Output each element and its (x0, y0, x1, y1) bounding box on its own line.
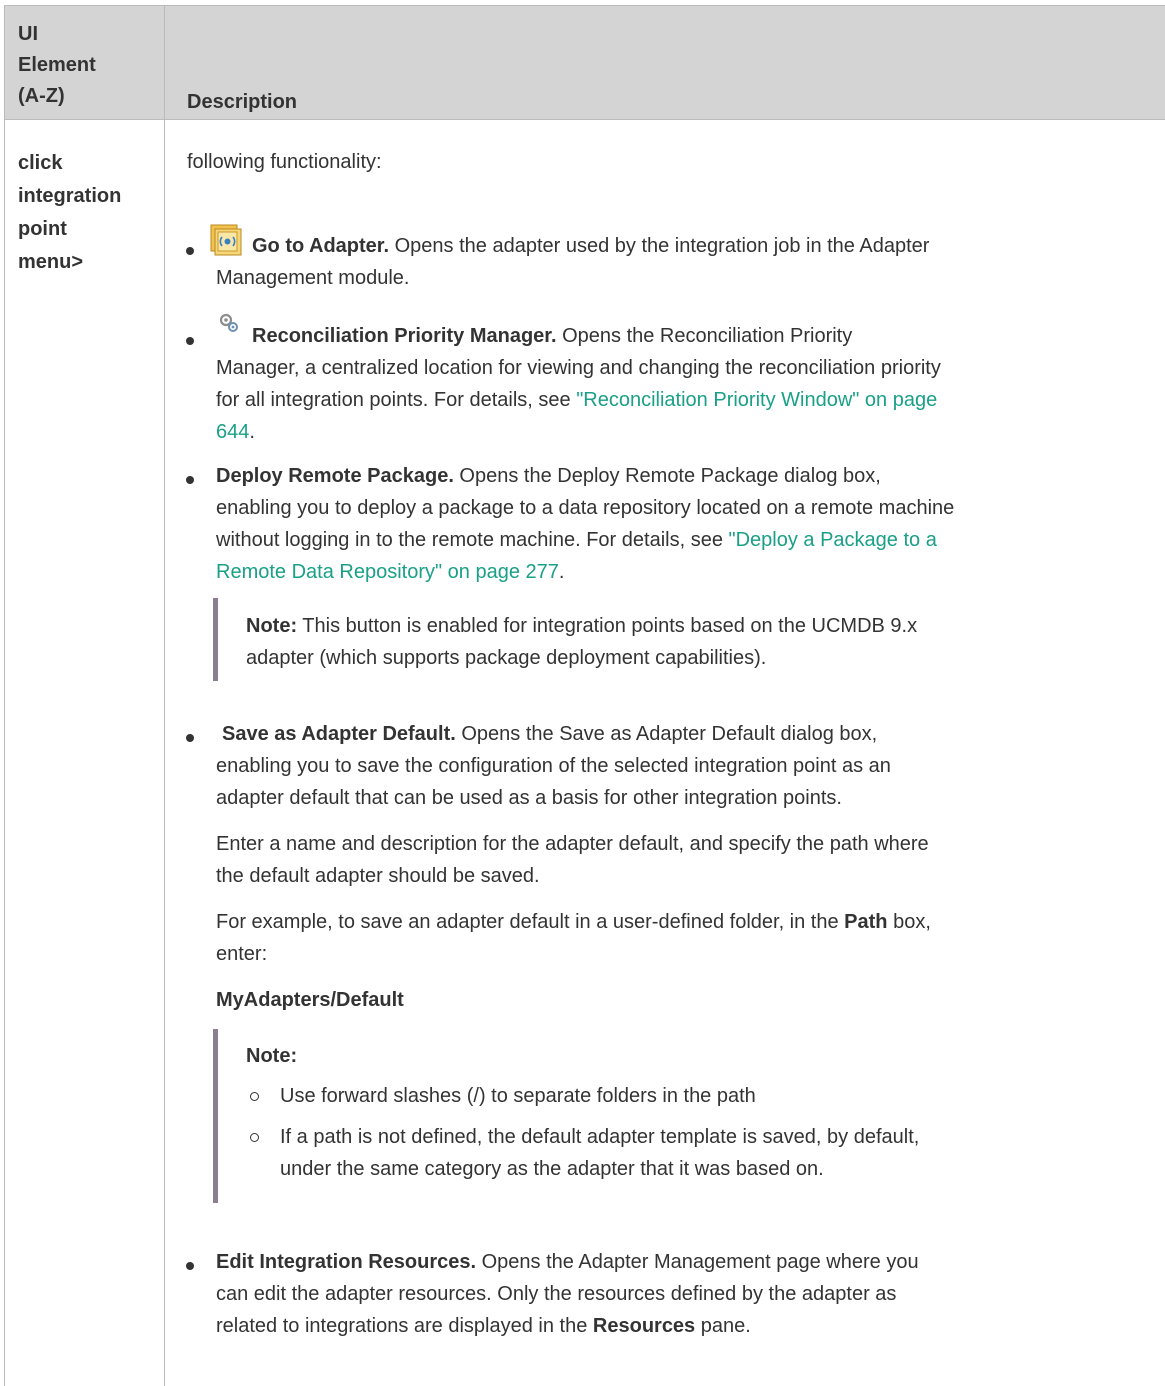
note-label: Note: (246, 615, 298, 637)
bullet (186, 247, 194, 255)
deploy-desc-tail: without logging in to the remote machine… (216, 529, 729, 551)
deploy-line3: without logging in to the remote machine… (216, 525, 1151, 555)
save-default-title: Save as Adapter Default. (222, 723, 456, 745)
reconciliation-desc-tail: for all integration points. For details,… (216, 389, 577, 411)
element-name-line: integration (18, 185, 122, 207)
deploy-note-line1: Note: This button is enabled for integra… (246, 611, 1141, 641)
save-default-line3: adapter default that can be used as a ba… (216, 787, 842, 809)
edit-resources-title: Edit Integration Resources. (216, 1251, 477, 1273)
para3-before: For example, to save an adapter default … (216, 911, 845, 933)
path-example: MyAdapters/Default (216, 985, 1151, 1015)
reconciliation-priority-window-link[interactable]: "Reconciliation Priority Window" on page (576, 389, 937, 411)
deploy-line2: enabling you to deploy a package to a da… (216, 497, 955, 519)
adapter-icon[interactable] (210, 224, 242, 256)
header-bottom-border (4, 119, 1165, 120)
sub-bullet (250, 1133, 259, 1142)
bullet (186, 1262, 194, 1270)
save-default-line1: Save as Adapter Default. Opens the Save … (222, 719, 1157, 749)
table-left-border (4, 5, 5, 1386)
reconciliation-period: . (249, 421, 255, 443)
reconciliation-priority-window-link-page[interactable]: 644 (216, 421, 249, 443)
save-default-line2: enabling you to save the configuration o… (216, 755, 891, 777)
go-to-adapter-line2: Management module. (216, 267, 410, 289)
table-header-row (4, 6, 1165, 119)
deploy-line4: Remote Data Repository" on page 277. (216, 557, 1151, 587)
deploy-package-link[interactable]: "Deploy a Package to a (729, 529, 937, 551)
note-bullet-1: Use forward slashes (/) to separate fold… (280, 1085, 756, 1107)
deploy-period: . (558, 561, 565, 583)
ui-element-table: UI Element (A-Z) Description click integ… (0, 0, 1165, 1386)
path-example-value: MyAdapters/Default (216, 989, 404, 1011)
element-name-line: click (18, 152, 63, 174)
sub-bullet (250, 1092, 259, 1101)
save-default-note-label: Note: (246, 1041, 1141, 1071)
deploy-package-link-page[interactable]: Remote Data Repository" on page 277 (216, 561, 559, 583)
deploy-note-line2: adapter (which supports package deployme… (246, 647, 767, 669)
edit-resources-desc: Opens the Adapter Management page where … (476, 1251, 919, 1273)
para3-after: box, (887, 911, 931, 933)
ui-element-name: click integration point menu> (18, 147, 122, 279)
reconciliation-title: Reconciliation Priority Manager. (252, 325, 557, 347)
column-divider (164, 5, 165, 1386)
reconciliation-priority-icon[interactable] (218, 312, 240, 334)
reconciliation-desc: Opens the Reconciliation Priority (556, 325, 853, 347)
go-to-adapter-desc: Opens the adapter used by the integratio… (389, 235, 930, 257)
bullet (186, 476, 194, 484)
element-name-line: menu> (18, 251, 84, 273)
edit-resources-line3: related to integrations are displayed in… (216, 1311, 1151, 1341)
save-default-desc: Opens the Save as Adapter Default dialog… (455, 723, 878, 745)
intro-text: following functionality: (187, 151, 382, 173)
path-label: Path (844, 911, 888, 933)
reconciliation-line2: Manager, a centralized location for view… (216, 357, 941, 379)
go-to-adapter-title: Go to Adapter. (252, 235, 390, 257)
save-default-para2-line1: Enter a name and description for the ada… (216, 833, 929, 855)
header-description-col: Description (187, 91, 298, 113)
edit-resources-tail: pane. (695, 1315, 751, 1337)
reconciliation-line4: 644. (216, 417, 1151, 447)
bullet (186, 734, 194, 742)
deploy-line1: Deploy Remote Package. Opens the Deploy … (216, 461, 1151, 491)
header-element-line: Element (18, 54, 96, 76)
go-to-adapter-line1: Go to Adapter. Opens the adapter used by… (252, 231, 1162, 261)
header-element-line: (A-Z) (18, 85, 65, 107)
save-default-para2-line2: the default adapter should be saved. (216, 865, 540, 887)
save-default-para3-line1: For example, to save an adapter default … (216, 907, 1151, 937)
edit-resources-desc-tail: related to integrations are displayed in… (216, 1315, 593, 1337)
note-label: Note: (246, 1045, 298, 1067)
note-bullet-2-line1: If a path is not defined, the default ad… (280, 1126, 920, 1148)
save-default-para3-line2: enter: (216, 943, 268, 965)
table-top-border (4, 5, 1165, 6)
deploy-note-text: This button is enabled for integration p… (297, 615, 918, 637)
edit-resources-line2: can edit the adapter resources. Only the… (216, 1283, 897, 1305)
edit-resources-line1: Edit Integration Resources. Opens the Ad… (216, 1247, 1151, 1277)
reconciliation-line3: for all integration points. For details,… (216, 385, 1151, 415)
deploy-desc: Opens the Deploy Remote Package dialog b… (453, 465, 881, 487)
resources-label: Resources (592, 1315, 696, 1337)
header-element-line: UI (18, 23, 38, 45)
note-bar (213, 598, 218, 681)
note-bar (213, 1029, 218, 1203)
bullet (186, 337, 194, 345)
element-name-line: point (18, 218, 67, 240)
header-element-col: UI Element (A-Z) (18, 19, 96, 112)
note-bullet-2-line2: under the same category as the adapter t… (280, 1158, 824, 1180)
reconciliation-line1: Reconciliation Priority Manager. Opens t… (252, 321, 1162, 351)
deploy-title: Deploy Remote Package. (216, 465, 454, 487)
